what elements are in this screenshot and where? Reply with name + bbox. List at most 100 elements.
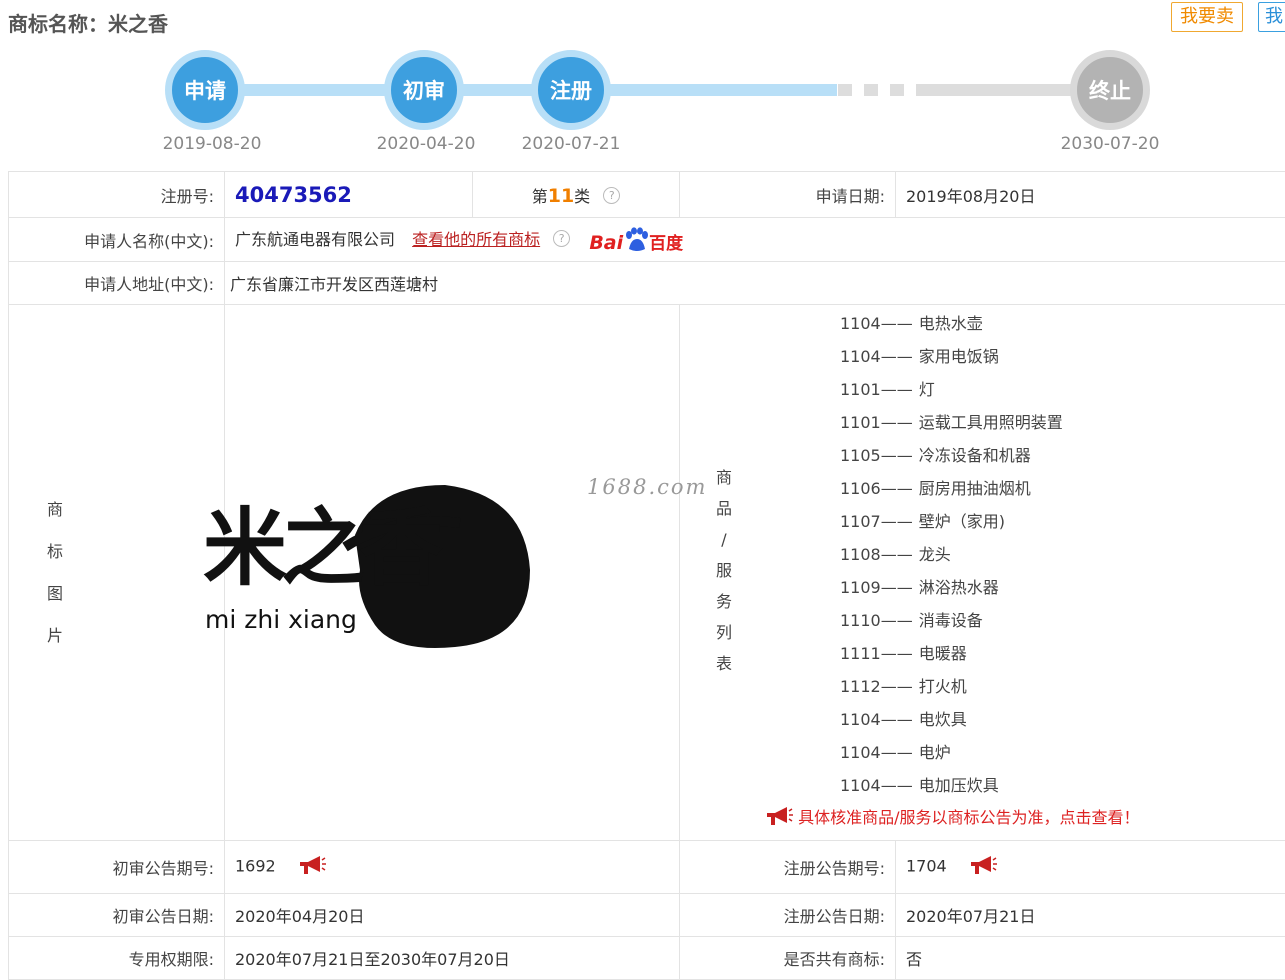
timeline-dash — [864, 84, 878, 96]
page-title: 商标名称：米之香 — [8, 8, 168, 37]
baidu-logo-cn: 百度 — [649, 234, 683, 254]
goods-item: 1110——消毒设备 — [840, 604, 1285, 637]
timeline-node-terminate: 终止 — [1070, 50, 1150, 130]
prelim-date-value: 2020年04月20日 — [225, 894, 680, 937]
trademark-logo: 米之香 mi zhi xiang — [195, 475, 540, 660]
goods-separator: —— — [881, 347, 913, 366]
goods-name: 电炉 — [919, 743, 951, 762]
exclusive-period-label: 专用权期限: — [9, 937, 225, 980]
goods-cell: 商 品 / 服 务 列 表 1104——电热水壶1104——家用电饭锅1101—… — [680, 305, 1285, 841]
timeline-date-terminate: 2030-07-20 — [1050, 134, 1170, 154]
timeline-dash — [890, 84, 904, 96]
timeline-node-apply: 申请 — [165, 50, 245, 130]
goods-code: 1108 — [840, 545, 881, 564]
goods-separator: —— — [881, 677, 913, 696]
goods-name: 家用电饭锅 — [919, 347, 999, 366]
goods-item: 1109——淋浴热水器 — [840, 571, 1285, 604]
address-label: 申请人地址(中文): — [9, 262, 225, 305]
goods-name: 电暖器 — [919, 644, 967, 663]
goods-name: 打火机 — [919, 677, 967, 696]
prelim-date-label: 初审公告日期: — [9, 894, 225, 937]
timeline-node-prelim: 初审 — [384, 50, 464, 130]
megaphone-icon[interactable] — [968, 854, 998, 880]
megaphone-icon[interactable] — [297, 854, 327, 880]
applicant-cell: 广东航通电器有限公司 查看他的所有商标 ? Bai 百度 — [225, 218, 1285, 262]
goods-separator: —— — [881, 776, 913, 795]
timeline-date-register: 2020-07-21 — [511, 134, 631, 154]
paw-icon — [623, 227, 649, 253]
prelim-no-label: 初审公告期号: — [9, 841, 225, 894]
goods-separator: —— — [881, 545, 913, 564]
goods-code: 1111 — [840, 644, 881, 663]
table-row: 注册号: 40473562 第11类 ? 申请日期: 2019年08月20日 — [9, 172, 1285, 218]
goods-notice-link[interactable]: 具体核准商品/服务以商标公告为准，点击查看！ — [680, 804, 1285, 828]
goods-item: 1104——电炊具 — [840, 703, 1285, 736]
goods-item: 1106——厨房用抽油烟机 — [840, 472, 1285, 505]
table-row: 申请人地址(中文): 广东省廉江市开发区西莲塘村 — [9, 262, 1285, 305]
class-prefix: 第 — [532, 187, 548, 206]
goods-item: 1104——电热水壶 — [840, 307, 1285, 340]
goods-name: 冷冻设备和机器 — [919, 446, 1031, 465]
goods-separator: —— — [881, 413, 913, 432]
view-all-trademarks-link[interactable]: 查看他的所有商标 — [412, 230, 540, 249]
goods-list: 1104——电热水壶1104——家用电饭锅1101——灯1101——运载工具用照… — [680, 305, 1285, 802]
table-row: 初审公告日期: 2020年04月20日 注册公告日期: 2020年07月21日 — [9, 894, 1285, 937]
goods-name: 电加压炊具 — [919, 776, 999, 795]
prelim-no-value: 1692 — [235, 857, 276, 876]
goods-code: 1101 — [840, 380, 881, 399]
goods-name: 电炊具 — [919, 710, 967, 729]
shared-trademark-value: 否 — [896, 937, 1285, 980]
goods-code: 1109 — [840, 578, 881, 597]
goods-name: 运载工具用照明装置 — [919, 413, 1063, 432]
apply-date-value: 2019年08月20日 — [896, 172, 1285, 218]
goods-label: 商 品 / 服 务 列 表 — [704, 462, 744, 679]
trademark-info-table: 注册号: 40473562 第11类 ? 申请日期: 2019年08月20日 申… — [8, 171, 1285, 980]
class-number: 11 — [548, 185, 574, 207]
goods-code: 1101 — [840, 413, 881, 432]
goods-code: 1104 — [840, 710, 881, 729]
goods-name: 电热水壶 — [919, 314, 983, 333]
class-cell: 第11类 ? — [473, 172, 680, 218]
goods-item: 1104——家用电饭锅 — [840, 340, 1285, 373]
notice-text: 具体核准商品/服务以商标公告为准，点击查看！ — [798, 808, 1139, 827]
reg-pub-no-cell: 1704 — [896, 841, 1285, 894]
logo-pinyin: mi zhi xiang — [205, 605, 357, 634]
help-icon[interactable]: ? — [553, 230, 570, 247]
apply-date-label: 申请日期: — [680, 172, 896, 218]
timeline-date-apply: 2019-08-20 — [152, 134, 272, 154]
table-row: 商 标 图 片 米之香 mi zhi xiang 1688.com 商 品 / — [9, 305, 1285, 841]
reg-no-label: 注册号: — [9, 172, 225, 218]
goods-separator: —— — [881, 380, 913, 399]
sell-button[interactable]: 我要卖 — [1171, 2, 1243, 32]
reg-pub-date-label: 注册公告日期: — [680, 894, 896, 937]
help-icon[interactable]: ? — [603, 187, 620, 204]
goods-name: 厨房用抽油烟机 — [919, 479, 1031, 498]
baidu-search-button[interactable]: Bai 百度 — [589, 227, 683, 254]
timeline-node-register: 注册 — [531, 50, 611, 130]
timeline-dash — [838, 84, 852, 96]
goods-name: 龙头 — [919, 545, 951, 564]
class-suffix: 类 — [574, 187, 590, 206]
goods-separator: —— — [881, 611, 913, 630]
goods-item: 1112——打火机 — [840, 670, 1285, 703]
applicant-value: 广东航通电器有限公司 — [235, 230, 395, 249]
table-row: 专用权期限: 2020年07月21日至2030年07月20日 是否共有商标: 否 — [9, 937, 1285, 980]
baidu-logo-text: Bai — [589, 232, 623, 254]
goods-separator: —— — [881, 644, 913, 663]
goods-name: 灯 — [919, 380, 935, 399]
reg-pub-no-value: 1704 — [906, 857, 947, 876]
buy-button[interactable]: 我 — [1258, 2, 1285, 32]
reg-pub-no-label: 注册公告期号: — [680, 841, 896, 894]
table-row: 初审公告期号: 1692 注册公告期号: 1704 — [9, 841, 1285, 894]
goods-item: 1104—— 电加压炊具 — [840, 769, 1285, 802]
image-label-cell: 商 标 图 片 — [9, 305, 225, 841]
table-row: 申请人名称(中文): 广东航通电器有限公司 查看他的所有商标 ? Bai 百度 — [9, 218, 1285, 262]
goods-separator: —— — [881, 314, 913, 333]
exclusive-period-value: 2020年07月21日至2030年07月20日 — [225, 937, 680, 980]
trademark-image-cell: 米之香 mi zhi xiang 1688.com — [225, 305, 680, 841]
timeline-progress-line — [205, 84, 837, 96]
reg-pub-date-value: 2020年07月21日 — [896, 894, 1285, 937]
goods-item: 1111—— 电暖器 — [840, 637, 1285, 670]
goods-code: 1104 — [840, 776, 881, 795]
goods-item: 1105——冷冻设备和机器 — [840, 439, 1285, 472]
